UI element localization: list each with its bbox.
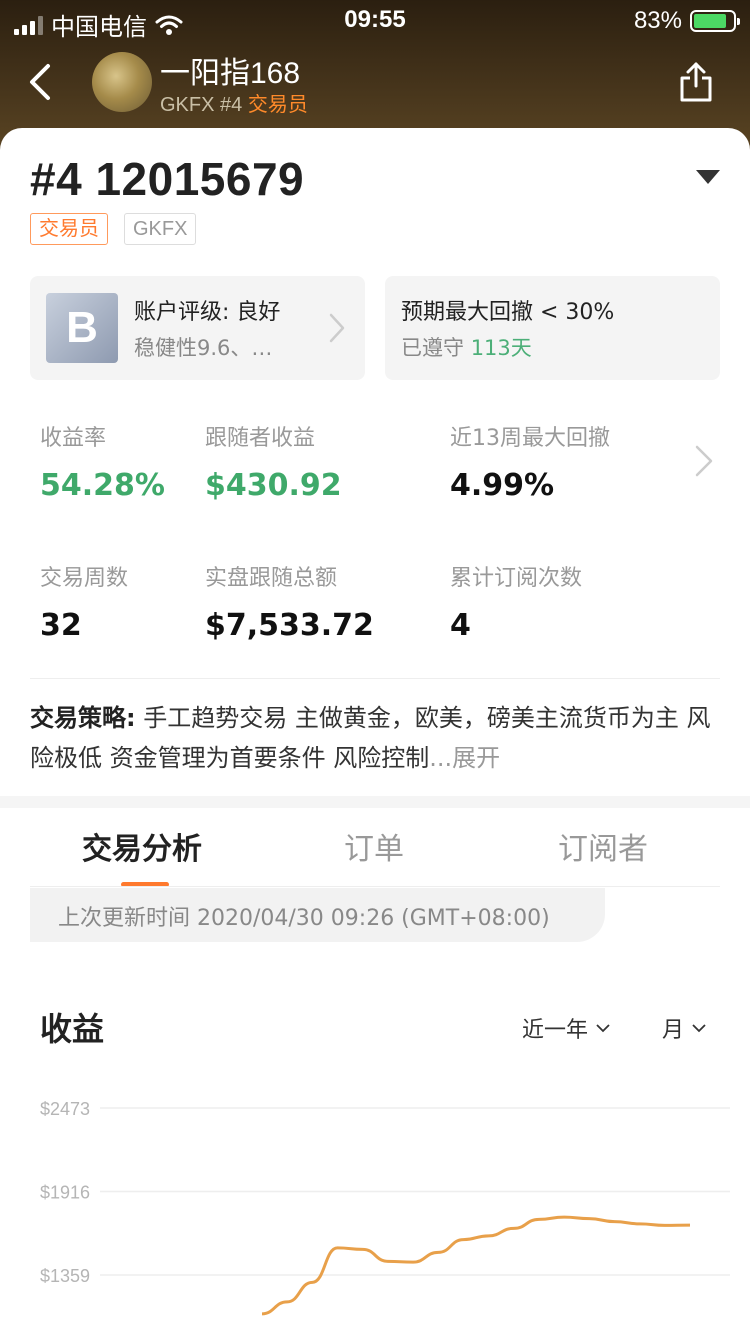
- trade-weeks-value: 32: [40, 608, 82, 643]
- period-filter[interactable]: 月: [662, 1012, 706, 1044]
- tab-orders[interactable]: 订单: [344, 824, 404, 868]
- range-filter[interactable]: 近一年: [522, 1012, 610, 1044]
- subscriptions-label: 累计订阅次数: [450, 566, 583, 591]
- status-bar: 中国电信 09:55 83%: [0, 0, 750, 41]
- broker-tag: GKFX: [124, 213, 197, 245]
- drawdown-box[interactable]: 预期最大回撤 < 30% 已遵守 113天: [385, 276, 720, 380]
- account-title: #4 12015679: [30, 153, 305, 205]
- account-card: #4 12015679 交易员 GKFX B 账户评级: 良好 稳健性9.6、……: [0, 128, 750, 1334]
- update-time-bar: 上次更新时间 2020/04/30 09:26 (GMT+08:00): [30, 888, 605, 942]
- subscriptions-value: 4: [450, 608, 471, 643]
- profit-line: [261, 1215, 691, 1316]
- stats-chevron-right-icon[interactable]: [694, 444, 714, 478]
- max-drawdown-label: 近13周最大回撤: [450, 426, 610, 451]
- chevron-right-icon: [329, 313, 345, 343]
- y-tick-label: $1359: [40, 1266, 90, 1286]
- rating-title: 账户评级: 良好: [134, 300, 281, 325]
- role-label: 交易员: [247, 94, 308, 116]
- tabs-divider: [30, 886, 720, 887]
- follower-profit-value: $430.92: [205, 468, 342, 503]
- return-rate-value: 54.28%: [40, 468, 165, 503]
- y-tick-label: $2473: [40, 1099, 90, 1119]
- back-icon[interactable]: [22, 60, 62, 104]
- rank-label: #4: [220, 94, 243, 116]
- tab-subscribers[interactable]: 订阅者: [558, 824, 648, 868]
- avatar[interactable]: [92, 52, 152, 112]
- drawdown-prefix: 已遵守: [401, 336, 464, 360]
- battery-group: 83%: [633, 7, 740, 35]
- trader-name: 一阳指168: [160, 57, 301, 90]
- battery-icon: [690, 10, 740, 32]
- live-follow-total-label: 实盘跟随总额: [205, 566, 338, 591]
- live-follow-total-value: $7,533.72: [205, 608, 374, 643]
- trader-subtitle: GKFX #4 交易员: [160, 88, 308, 117]
- caret-down-icon[interactable]: [696, 170, 720, 184]
- battery-percent: 83%: [633, 7, 682, 34]
- return-rate-label: 收益率: [40, 426, 107, 451]
- period-filter-label: 月: [662, 1018, 685, 1043]
- trade-weeks-label: 交易周数: [40, 566, 129, 591]
- drawdown-title: 预期最大回撤 < 30%: [401, 300, 615, 325]
- profit-section-title: 收益: [40, 1010, 105, 1048]
- range-filter-label: 近一年: [522, 1018, 589, 1043]
- divider: [30, 678, 720, 679]
- drawdown-days: 113天: [470, 336, 532, 360]
- drawdown-subtitle: 已遵守 113天: [401, 332, 532, 362]
- profit-chart: $2473 $1916 $1359: [40, 1099, 730, 1316]
- y-tick-label: $1916: [40, 1183, 90, 1203]
- rating-box[interactable]: B 账户评级: 良好 稳健性9.6、…: [30, 276, 365, 380]
- follower-profit-label: 跟随者收益: [205, 426, 316, 451]
- strategy-text: 交易策略: 手工趋势交易 主做黄金，欧美，磅美主流货币为主 风险极低 资金管理为…: [30, 698, 720, 778]
- chevron-down-icon: [596, 1024, 610, 1033]
- tab-analysis[interactable]: 交易分析: [82, 824, 202, 868]
- chevron-down-icon: [692, 1024, 706, 1033]
- broker-label: GKFX: [160, 94, 215, 116]
- update-time-text: 上次更新时间 2020/04/30 09:26 (GMT+08:00): [58, 906, 550, 931]
- role-tag: 交易员: [30, 213, 108, 245]
- grade-badge: B: [46, 293, 118, 363]
- rating-subtitle: 稳健性9.6、…: [134, 336, 273, 360]
- strategy-label: 交易策略:: [30, 704, 136, 732]
- section-separator: [0, 796, 750, 808]
- max-drawdown-value: 4.99%: [450, 468, 555, 503]
- share-icon[interactable]: [676, 60, 716, 104]
- expand-link[interactable]: ...展开: [429, 744, 500, 772]
